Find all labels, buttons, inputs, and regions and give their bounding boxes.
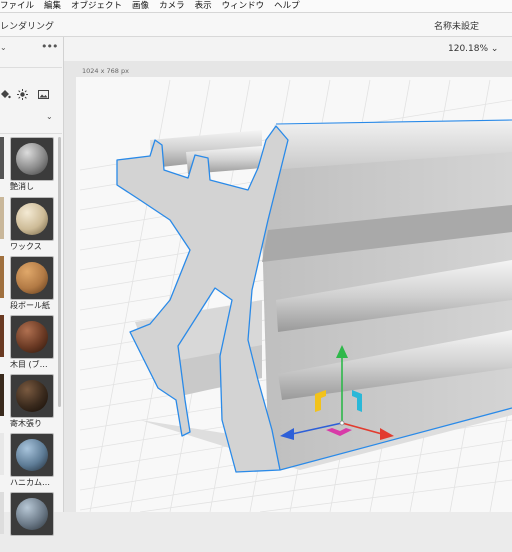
material-thumbnail [10, 137, 54, 181]
material-thumbnail-partial [0, 433, 4, 475]
menu-bar: ファイル 編集 オブジェクト 画像 カメラ 表示 ウィンドウ ヘルプ [0, 0, 512, 13]
menu-view[interactable]: 表示 [190, 0, 217, 12]
divider [0, 133, 62, 134]
material-thumbnail [10, 256, 54, 300]
paint-bucket-icon[interactable] [0, 89, 11, 100]
material-item[interactable] [0, 492, 56, 552]
material-thumbnail-partial [0, 137, 4, 179]
material-thumbnail-partial [0, 492, 4, 534]
material-thumbnail [10, 197, 54, 241]
material-label: ワックス [10, 242, 42, 251]
light-icon[interactable] [17, 89, 28, 100]
scrollbar[interactable] [58, 137, 61, 407]
material-item[interactable]: 段ボール紙 [0, 256, 56, 316]
material-label: 艶消し [10, 182, 34, 191]
material-item[interactable]: 寄木張り [0, 374, 56, 434]
render-canvas[interactable] [76, 77, 512, 512]
material-thumbnail [10, 433, 54, 477]
menu-window[interactable]: ウィンドウ [217, 0, 270, 12]
material-label: 段ボール紙 [10, 301, 50, 310]
divider [0, 67, 62, 68]
extrusion-model [116, 119, 512, 473]
menu-object[interactable]: オブジェクト [66, 0, 127, 12]
gizmo-center [339, 420, 345, 426]
menu-file[interactable]: ファイル [0, 0, 39, 12]
menu-help[interactable]: ヘルプ [269, 0, 305, 12]
zoom-selector[interactable]: 120.18% ⌄ [448, 44, 498, 54]
scene-view[interactable] [76, 77, 512, 512]
image-icon[interactable] [38, 89, 49, 100]
material-label: ハニカム… [10, 478, 50, 487]
document-title: 名称未設定 [434, 22, 480, 32]
menu-camera[interactable]: カメラ [154, 0, 190, 12]
material-item[interactable]: ハニカム… [0, 433, 56, 493]
material-label: 寄木張り [10, 419, 42, 428]
panel-more-icon[interactable]: ••• [41, 40, 58, 53]
workspace-mode-tab[interactable]: レンダリング [0, 19, 54, 32]
material-thumbnail-partial [0, 197, 4, 239]
viewport-header: 120.18% ⌄ [64, 37, 512, 61]
canvas-size-label: 1024 x 768 px [82, 67, 129, 75]
material-item[interactable]: 艶消し [0, 137, 56, 197]
material-thumbnail [10, 492, 54, 536]
filter-dropdown-icon[interactable]: ⌄ [46, 112, 53, 121]
materials-panel: ⌄ ••• ⌄ 艶消し ワックス 段ボール紙 木目 (ブ… 寄木張り ハニカム… [0, 37, 64, 536]
material-thumbnail-partial [0, 256, 4, 298]
material-thumbnail-partial [0, 374, 4, 416]
chevron-down-icon: ⌄ [490, 44, 499, 54]
zoom-level: 120.18% [448, 44, 489, 54]
menu-image[interactable]: 画像 [127, 0, 154, 12]
panel-collapse-icon[interactable]: ⌄ [0, 43, 7, 52]
workspace-bar: レンダリング 名称未設定 [0, 13, 512, 37]
menu-edit[interactable]: 編集 [39, 0, 66, 12]
material-label: 木目 (ブ… [10, 360, 48, 369]
material-item[interactable]: ワックス [0, 197, 56, 257]
material-thumbnail-partial [0, 315, 4, 357]
material-thumbnail [10, 374, 54, 418]
material-thumbnail [10, 315, 54, 359]
material-item[interactable]: 木目 (ブ… [0, 315, 56, 375]
